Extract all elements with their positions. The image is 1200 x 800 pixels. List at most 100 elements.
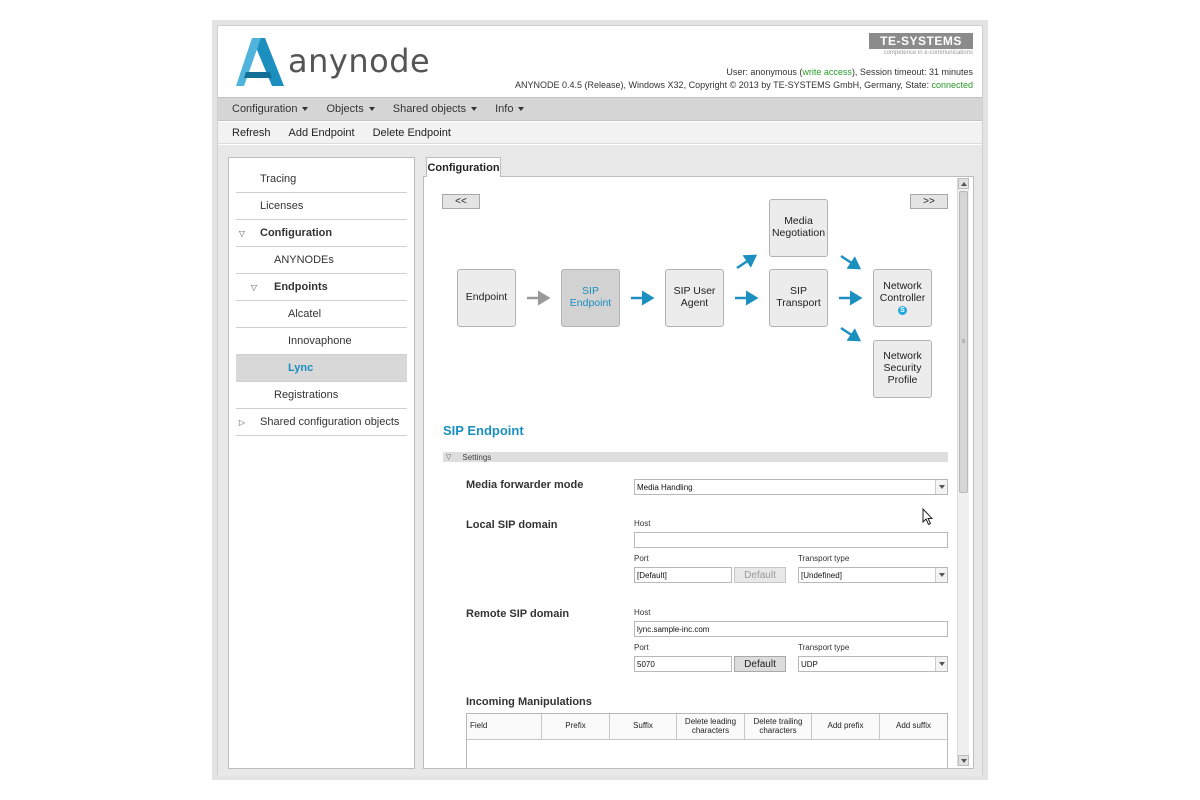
sidebar-item-label: Registrations <box>274 389 339 401</box>
remote-transport-label: Transport type <box>798 643 850 652</box>
local-host-label: Host <box>634 519 651 528</box>
next-button[interactable]: >> <box>910 194 948 209</box>
local-transport-select[interactable]: [Undefined] <box>798 567 948 583</box>
local-host-input[interactable] <box>634 532 948 548</box>
sidebar-item-licenses[interactable]: Licenses <box>236 193 407 220</box>
media-forwarder-label: Media forwarder mode <box>466 479 584 491</box>
tab-configuration[interactable]: Configuration <box>426 157 501 177</box>
menu-objects-label: Objects <box>326 103 364 115</box>
vertical-scrollbar[interactable]: ≡ <box>957 178 969 766</box>
expand-triangle-icon[interactable]: ▷ <box>238 418 246 427</box>
remote-transport-select[interactable]: UDP <box>798 656 948 672</box>
flow-network-controller-line1: Network <box>883 279 922 292</box>
sidebar-item-label: ANYNODEs <box>274 254 334 266</box>
remote-port-input[interactable]: 5070 <box>634 656 732 672</box>
flow-sip-transport[interactable]: SIP Transport <box>769 269 828 327</box>
sidebar-tree: Tracing Licenses ▽ Configuration ANYNODE… <box>228 157 415 769</box>
sidebar-item-label: Alcatel <box>288 308 322 320</box>
flow-sip-endpoint[interactable]: SIP Endpoint <box>561 269 620 327</box>
incoming-manipulations-table: Field Prefix Suffix Delete leading chara… <box>466 713 948 768</box>
media-forwarder-select[interactable]: Media Handling <box>634 479 948 495</box>
previous-button[interactable]: << <box>442 194 480 209</box>
local-sip-domain-label: Local SIP domain <box>466 519 558 531</box>
chevron-down-icon <box>302 107 309 111</box>
menu-objects[interactable]: Objects <box>326 103 375 115</box>
chevron-down-icon <box>935 568 947 582</box>
scrollbar-thumb[interactable]: ≡ <box>959 191 968 493</box>
chevron-down-icon <box>935 480 947 494</box>
user-prefix: User: anonymous ( <box>726 67 803 77</box>
chevron-down-icon <box>471 107 478 111</box>
flow-sip-transport-line2: Transport <box>776 297 821 309</box>
flow-network-security-profile[interactable]: Network Security Profile <box>873 340 932 398</box>
delete-endpoint-button[interactable]: Delete Endpoint <box>373 127 451 139</box>
grip-icon: ≡ <box>961 339 966 345</box>
sidebar-item-registrations[interactable]: Registrations <box>236 382 407 409</box>
flow-media-negotiation-line2: Negotiation <box>771 227 826 239</box>
remote-host-label: Host <box>634 608 651 617</box>
sidebar-item-innovaphone[interactable]: Innovaphone <box>236 328 407 355</box>
column-header-field[interactable]: Field <box>467 714 542 739</box>
chevron-down-icon <box>518 107 525 111</box>
sidebar-item-lync[interactable]: Lync <box>236 355 407 382</box>
column-header-suffix[interactable]: Suffix <box>610 714 677 739</box>
flow-network-controller[interactable]: Network Controller S <box>873 269 932 327</box>
scroll-up-icon[interactable] <box>958 178 969 189</box>
local-port-input[interactable]: [Default] <box>634 567 732 583</box>
sidebar-item-shared-configuration-objects[interactable]: ▷ Shared configuration objects <box>236 409 407 436</box>
remote-transport-value: UDP <box>801 659 818 669</box>
column-header-delete-trailing[interactable]: Delete trailing characters <box>745 714 812 739</box>
sidebar-item-label: Licenses <box>260 200 304 212</box>
sidebar-item-label: Innovaphone <box>288 335 352 347</box>
remote-port-label: Port <box>634 643 649 652</box>
sidebar-item-label: Shared configuration objects <box>260 416 400 428</box>
column-header-prefix[interactable]: Prefix <box>542 714 610 739</box>
user-suffix: ), Session timeout: 31 minutes <box>851 67 973 77</box>
column-header-delete-leading[interactable]: Delete leading characters <box>677 714 745 739</box>
local-transport-label: Transport type <box>798 554 850 563</box>
settings-label: Settings <box>462 452 492 462</box>
refresh-button[interactable]: Refresh <box>232 127 271 139</box>
menu-bar: Configuration Objects Shared objects Inf… <box>218 97 982 121</box>
local-transport-value: [Undefined] <box>801 570 842 580</box>
table-header-row: Field Prefix Suffix Delete leading chara… <box>467 714 947 740</box>
user-access: write access <box>802 67 852 77</box>
collapse-triangle-icon[interactable]: ▽ <box>250 283 258 292</box>
flow-sip-endpoint-line2: Endpoint <box>569 297 612 309</box>
menu-shared-objects[interactable]: Shared objects <box>392 103 478 115</box>
menu-shared-objects-label: Shared objects <box>392 103 467 115</box>
sidebar-item-endpoints[interactable]: ▽ Endpoints <box>236 274 407 301</box>
flow-media-negotiation[interactable]: Media Negotiation <box>769 199 828 257</box>
local-port-label: Port <box>634 554 649 563</box>
menu-configuration[interactable]: Configuration <box>232 103 309 115</box>
flow-endpoint[interactable]: Endpoint <box>457 269 516 327</box>
flow-sip-user-agent-line2: Agent <box>680 297 709 309</box>
anynode-logo-icon <box>236 38 284 86</box>
toolbar: Refresh Add Endpoint Delete Endpoint <box>218 122 982 144</box>
te-brand: TE-SYSTEMS <box>869 33 973 49</box>
sidebar-item-tracing[interactable]: Tracing <box>236 166 407 193</box>
sidebar-item-anynodes[interactable]: ANYNODEs <box>236 247 407 274</box>
sidebar-item-label: Endpoints <box>274 281 328 293</box>
skype-icon: S <box>898 306 907 316</box>
media-forwarder-value: Media Handling <box>637 482 693 492</box>
remote-host-input[interactable]: lync.sample-inc.com <box>634 621 948 637</box>
column-header-add-suffix[interactable]: Add suffix <box>880 714 947 739</box>
local-port-default-button[interactable]: Default <box>734 567 786 583</box>
remote-port-default-button[interactable]: Default <box>734 656 786 672</box>
flow-sip-user-agent[interactable]: SIP User Agent <box>665 269 724 327</box>
add-endpoint-button[interactable]: Add Endpoint <box>289 127 355 139</box>
remote-sip-domain-label: Remote SIP domain <box>466 608 570 620</box>
configuration-panel: << >> Endpoint SIP Endpoint SIP User Age… <box>423 176 974 769</box>
sidebar-item-alcatel[interactable]: Alcatel <box>236 301 407 328</box>
menu-info-label: Info <box>495 103 514 115</box>
chevron-down-icon <box>368 107 375 111</box>
collapse-triangle-icon[interactable]: ▽ <box>238 229 246 238</box>
sidebar-item-label: Tracing <box>260 173 297 185</box>
menu-info[interactable]: Info <box>495 103 525 115</box>
column-header-add-prefix[interactable]: Add prefix <box>812 714 880 739</box>
settings-group-header[interactable]: ▽ Settings <box>443 452 948 462</box>
scroll-down-icon[interactable] <box>958 755 969 766</box>
user-status: User: anonymous (write access), Session … <box>726 67 973 77</box>
sidebar-item-configuration[interactable]: ▽ Configuration <box>236 220 407 247</box>
